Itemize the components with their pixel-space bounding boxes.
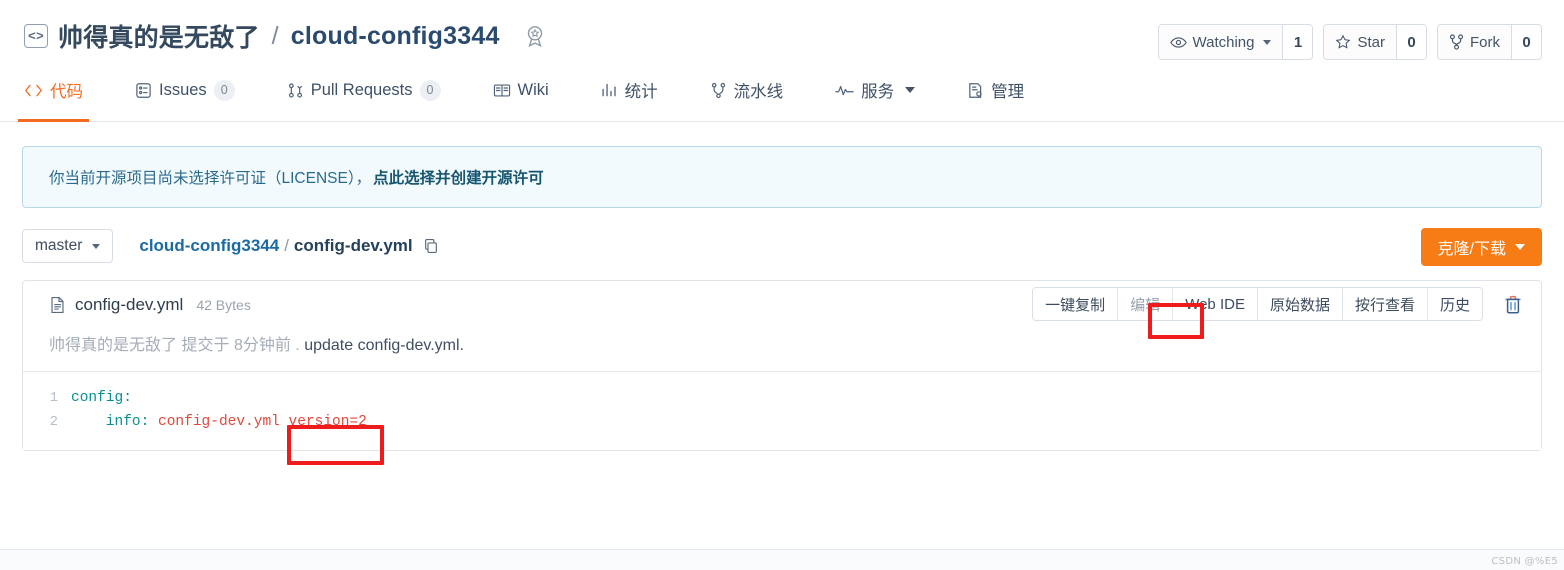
edit-button[interactable]: 编辑 [1117,288,1173,320]
create-license-link[interactable]: 点此选择并创建开源许可 [373,166,544,188]
copy-all-button[interactable]: 一键复制 [1033,288,1118,320]
tab-issues[interactable]: Issues 0 [135,72,235,121]
medal-badge-icon [522,23,548,49]
fork-button[interactable]: Fork [1438,25,1511,59]
file-name: config-dev.yml [75,295,184,314]
pull-request-icon [287,82,304,99]
repo-header: <> 帅得真的是无敌了 / cloud-config3344 Watching … [0,0,1564,72]
file-header: config-dev.yml 42 Bytes 一键复制 编辑 Web IDE … [23,281,1541,329]
repository-file-page: <> 帅得真的是无敌了 / cloud-config3344 Watching … [0,0,1564,570]
fork-icon [1449,34,1464,50]
clone-download-button[interactable]: 克隆/下载 [1420,228,1542,266]
tab-statistics[interactable]: 统计 [601,72,658,121]
tab-wiki-label: Wiki [517,80,549,99]
code-brackets-icon: <> [24,24,48,48]
tab-management[interactable]: 管理 [967,72,1024,121]
line-number: 1 [49,390,58,406]
tab-pull-requests-label: Pull Requests [310,80,413,99]
tab-pipeline[interactable]: 流水线 [710,72,784,121]
tab-issues-label: Issues [159,80,207,99]
branch-selector-label: master [35,237,83,254]
fork-label: Fork [1470,33,1500,51]
chevron-down-icon [1515,244,1525,250]
breadcrumb: cloud-config3344 / config-dev.yml [139,236,438,256]
web-ide-button[interactable]: Web IDE [1172,288,1257,320]
chevron-down-icon [92,243,101,249]
code-content: 1 config: 2 info: config-dev.yml version… [23,371,1541,450]
tab-services-label: 服务 [861,83,895,101]
repo-title-separator: / [271,21,279,50]
code-line-key: config: [71,390,132,406]
file-toolbar: 一键复制 编辑 Web IDE 原始数据 按行查看 历史 [1032,287,1483,321]
watching-label: Watching [1192,33,1255,51]
tab-pull-requests[interactable]: Pull Requests 0 [287,72,441,121]
code-line-value: config-dev.yml version=2 [149,414,367,430]
watching-button[interactable]: Watching [1158,25,1283,59]
breadcrumb-separator: / [284,236,289,255]
license-notice-text: 你当前开源项目尚未选择许可证（LICENSE）， [49,170,372,187]
star-label: Star [1357,33,1385,51]
commit-author[interactable]: 帅得真的是无敌了 [49,337,177,354]
tab-pipeline-label: 流水线 [733,83,784,101]
license-notice-banner: 你当前开源项目尚未选择许可证（LICENSE）， 点此选择并创建开源许可 [22,146,1542,208]
repo-header-actions: Watching 1 Star 0 Fork 0 [1157,24,1542,60]
copy-path-icon[interactable] [423,238,439,254]
commit-dot: . [295,337,300,354]
star-button-group[interactable]: Star 0 [1323,24,1427,60]
csdn-watermark: CSDN @%E5 [1491,556,1558,567]
raw-data-button[interactable]: 原始数据 [1256,288,1342,320]
branch-breadcrumb-row: master cloud-config3344 / config-dev.yml… [22,226,1542,266]
file-name-wrap: config-dev.yml 42 Bytes [49,295,251,315]
trash-icon [1503,294,1523,315]
delete-file-button[interactable] [1499,290,1527,318]
clone-download-label: 克隆/下载 [1437,241,1506,258]
watching-count[interactable]: 1 [1282,25,1313,59]
tab-pull-requests-count: 0 [419,79,441,101]
tab-code-label: 代码 [50,83,83,101]
chevron-down-icon [1263,39,1272,45]
tab-issues-count: 0 [213,79,235,101]
eye-icon [1169,36,1187,49]
wiki-book-icon [493,83,511,98]
repo-nav-tabs: 代码 Issues 0 Pull Requests 0 Wiki 统计 流水线 … [0,72,1564,122]
tab-code[interactable]: 代码 [18,72,89,122]
code-line-key: info: [71,414,150,430]
tab-statistics-label: 统计 [624,83,658,101]
footer-band [0,550,1564,570]
view-by-line-button[interactable]: 按行查看 [1341,288,1427,320]
star-icon [1335,34,1351,50]
code-line: 1 config: [23,386,1541,410]
pulse-icon [835,84,854,97]
watching-button-group[interactable]: Watching 1 [1157,24,1314,60]
issues-icon [135,82,152,99]
breadcrumb-current-file: config-dev.yml [293,236,413,255]
breadcrumb-repo-link[interactable]: cloud-config3344 [139,236,279,256]
chevron-down-icon [905,87,916,93]
fork-count[interactable]: 0 [1511,25,1541,59]
repo-title: <> 帅得真的是无敌了 / cloud-config3344 [24,18,548,54]
repo-name-link[interactable]: cloud-config3344 [291,22,500,51]
star-count[interactable]: 0 [1396,25,1426,59]
chart-stats-icon [601,82,618,98]
branch-selector-button[interactable]: master [22,229,114,263]
commit-action-label: 提交于 [181,337,230,354]
commit-time: 8分钟前 [233,337,291,354]
code-line: 2 info: config-dev.yml version=2 [23,410,1541,434]
history-button[interactable]: 历史 [1426,288,1482,320]
file-viewer-card: config-dev.yml 42 Bytes 一键复制 编辑 Web IDE … [22,280,1542,451]
file-size: 42 Bytes [196,297,251,313]
repo-owner-link[interactable]: 帅得真的是无敌了 [58,18,260,54]
commit-message[interactable]: update config-dev.yml. [304,337,464,354]
line-number: 2 [49,414,58,430]
file-text-icon [49,296,66,314]
tab-services[interactable]: 服务 [835,72,916,121]
commit-info-line: 帅得真的是无敌了 提交于 8分钟前 . update config-dev.ym… [23,329,1541,371]
code-icon [24,83,43,98]
settings-doc-icon [967,82,984,99]
star-button[interactable]: Star [1324,25,1396,59]
tab-management-label: 管理 [991,83,1025,101]
pipeline-icon [710,82,727,99]
fork-button-group[interactable]: Fork 0 [1437,24,1542,60]
tab-wiki[interactable]: Wiki [493,72,549,121]
